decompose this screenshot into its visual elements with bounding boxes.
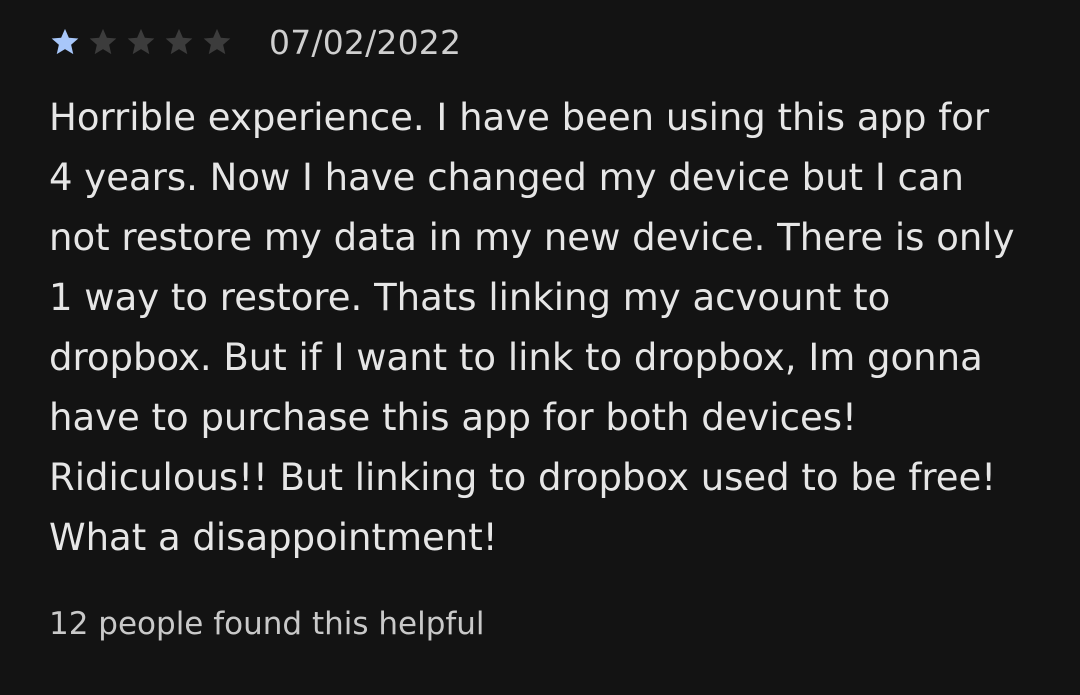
review-date: 07/02/2022 — [269, 22, 462, 62]
star-rating — [49, 26, 245, 58]
review-text-line: 4 years. Now I have changed my device bu… — [49, 156, 964, 199]
review-text-line: What a disappointment! — [49, 516, 498, 559]
helpful-count: 12 people found this helpful — [49, 606, 485, 642]
star-empty-icon — [201, 26, 233, 58]
review-text-line: Horrible experience. I have been using t… — [49, 96, 990, 139]
review-text-line: dropbox. But if I want to link to dropbo… — [49, 336, 983, 379]
review-text-line: not restore my data in my new device. Th… — [49, 216, 1015, 259]
review-text-line: Ridiculous!! But linking to dropbox used… — [49, 456, 997, 499]
star-empty-icon — [87, 26, 119, 58]
star-empty-icon — [125, 26, 157, 58]
review-text-line: have to purchase this app for both devic… — [49, 396, 857, 439]
review-text-line: 1 way to restore. Thats linking my acvou… — [49, 276, 891, 319]
star-filled-icon — [49, 26, 81, 58]
star-empty-icon — [163, 26, 195, 58]
review-text: Horrible experience. I have been using t… — [49, 88, 1049, 568]
rating-row: 07/02/2022 — [49, 22, 461, 62]
